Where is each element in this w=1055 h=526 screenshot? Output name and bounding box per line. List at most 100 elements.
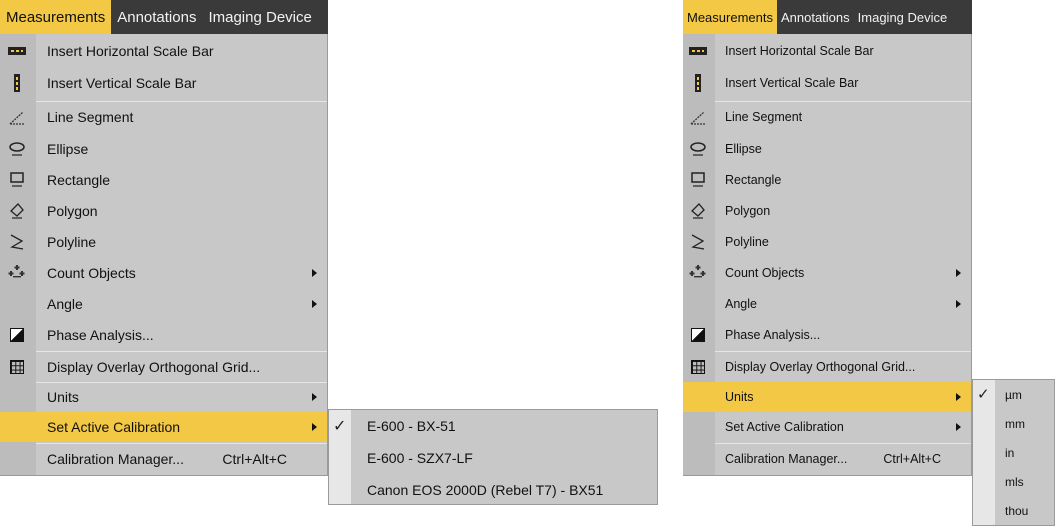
menu-item-label: Phase Analysis...: [725, 328, 821, 342]
menu-item-count-objects[interactable]: Count Objects: [0, 258, 327, 288]
menu-item-label: Polygon: [725, 204, 771, 218]
menu-item-ellipse[interactable]: Ellipse: [683, 134, 971, 164]
menu-item-label: Insert Horizontal Scale Bar: [47, 43, 214, 59]
grid-icon: [687, 357, 709, 377]
unit-option[interactable]: µm: [995, 380, 1054, 409]
calibration-option-label: E-600 - BX-51: [367, 418, 456, 434]
menu-item-label: Ellipse: [725, 142, 762, 156]
menu-item-label: Count Objects: [47, 265, 136, 281]
vertical-scale-bar-icon: [687, 73, 709, 93]
units-submenu: ✓ µm mm in mls thou: [972, 379, 1055, 526]
menu-item-phase-analysis[interactable]: Phase Analysis...: [683, 320, 971, 350]
menu-item-calibration-manager[interactable]: Calibration Manager... Ctrl+Alt+C: [683, 444, 971, 474]
menu-item-line-segment[interactable]: Line Segment: [683, 102, 971, 132]
menu-item-label: Polygon: [47, 203, 98, 219]
menu-item-label: Line Segment: [47, 109, 134, 125]
menu-item-units[interactable]: Units: [683, 382, 971, 412]
shortcut-label: Ctrl+Alt+C: [883, 452, 941, 466]
calibration-option[interactable]: Canon EOS 2000D (Rebel T7) - BX51: [351, 474, 657, 506]
menu-item-insert-vertical-scale-bar[interactable]: Insert Vertical Scale Bar: [683, 68, 971, 98]
menu-item-phase-analysis[interactable]: Phase Analysis...: [0, 320, 327, 350]
menu-item-polygon[interactable]: Polygon: [683, 196, 971, 226]
menu-item-label: Angle: [725, 297, 757, 311]
grid-icon: [6, 357, 28, 377]
menu-item-polygon[interactable]: Polygon: [0, 196, 327, 226]
menu-item-label: Polyline: [725, 235, 769, 249]
polygon-icon: [687, 201, 709, 221]
rectangle-icon: [687, 170, 709, 190]
calibration-option-label: Canon EOS 2000D (Rebel T7) - BX51: [367, 482, 604, 498]
unit-option[interactable]: mm: [995, 409, 1054, 438]
shortcut-label: Ctrl+Alt+C: [222, 451, 287, 467]
menu-item-angle[interactable]: Angle: [683, 289, 971, 319]
menu-item-set-active-calibration[interactable]: Set Active Calibration: [683, 412, 971, 442]
menubar-measurements[interactable]: Measurements: [683, 0, 777, 34]
menu-item-label: Angle: [47, 296, 83, 312]
submenu-arrow-icon: [956, 269, 961, 277]
menu-item-calibration-manager[interactable]: Calibration Manager... Ctrl+Alt+C: [0, 444, 327, 474]
menu-item-label: Ellipse: [47, 141, 89, 157]
menu-item-insert-horizontal-scale-bar[interactable]: Insert Horizontal Scale Bar: [0, 36, 327, 66]
menu-item-polyline[interactable]: Polyline: [0, 227, 327, 257]
menubar-annotations[interactable]: Annotations: [111, 0, 202, 34]
calibration-option[interactable]: E-600 - BX-51: [351, 410, 657, 442]
menu-item-label: Units: [47, 389, 79, 405]
menu-item-insert-vertical-scale-bar[interactable]: Insert Vertical Scale Bar: [0, 68, 327, 98]
menu-screenshot-left: Measurements Annotations Imaging Device …: [0, 0, 660, 526]
menu-item-rectangle[interactable]: Rectangle: [683, 165, 971, 195]
measurements-menu: Insert Horizontal Scale Bar Insert Verti…: [0, 34, 328, 476]
menubar-measurements[interactable]: Measurements: [0, 0, 112, 34]
phase-analysis-icon: [687, 325, 709, 345]
menubar-annotations[interactable]: Annotations: [777, 0, 854, 34]
calibration-option[interactable]: E-600 - SZX7-LF: [351, 442, 657, 474]
menubar-imaging-device[interactable]: Imaging Device: [854, 0, 952, 34]
menu-item-set-active-calibration[interactable]: Set Active Calibration: [0, 412, 327, 442]
calibration-submenu: ✓ E-600 - BX-51 E-600 - SZX7-LF Canon EO…: [328, 409, 658, 505]
menu-item-label: Display Overlay Orthogonal Grid...: [47, 359, 261, 375]
menu-item-rectangle[interactable]: Rectangle: [0, 165, 327, 195]
menu-item-line-segment[interactable]: Line Segment: [0, 102, 327, 132]
unit-option-label: mls: [1005, 474, 1024, 489]
unit-option-label: mm: [1005, 416, 1025, 431]
submenu-arrow-icon: [312, 423, 317, 431]
menu-item-display-overlay-grid[interactable]: Display Overlay Orthogonal Grid...: [0, 352, 327, 382]
menu-item-ellipse[interactable]: Ellipse: [0, 134, 327, 164]
line-segment-icon: [6, 107, 28, 127]
unit-option[interactable]: thou: [995, 496, 1054, 525]
horizontal-scale-bar-icon: [6, 41, 28, 61]
menu-item-polyline[interactable]: Polyline: [683, 227, 971, 257]
ellipse-icon: [6, 139, 28, 159]
unit-option[interactable]: mls: [995, 467, 1054, 496]
menu-item-label: Calibration Manager...: [725, 452, 848, 466]
polyline-icon: [6, 232, 28, 252]
submenu-arrow-icon: [956, 423, 961, 431]
menu-item-units[interactable]: Units: [0, 382, 327, 412]
menu-item-insert-horizontal-scale-bar[interactable]: Insert Horizontal Scale Bar: [683, 36, 971, 66]
menu-item-label: Rectangle: [725, 173, 782, 187]
menu-item-count-objects[interactable]: Count Objects: [683, 258, 971, 288]
rectangle-icon: [6, 170, 28, 190]
menu-item-label: Line Segment: [725, 110, 803, 124]
menu-item-label: Insert Horizontal Scale Bar: [725, 44, 874, 58]
menu-item-label: Units: [725, 390, 754, 404]
menu-item-label: Insert Vertical Scale Bar: [725, 76, 859, 90]
menu-item-label: Rectangle: [47, 172, 111, 188]
unit-option[interactable]: in: [995, 438, 1054, 467]
menu-bar: Measurements Annotations Imaging Device: [0, 0, 328, 34]
menu-item-angle[interactable]: Angle: [0, 289, 327, 319]
submenu-check-column: ✓: [329, 410, 351, 504]
calibration-option-label: E-600 - SZX7-LF: [367, 450, 473, 466]
unit-option-label: in: [1005, 445, 1015, 460]
polygon-icon: [6, 201, 28, 221]
menu-item-label: Count Objects: [725, 266, 805, 280]
submenu-check-column: ✓: [973, 380, 995, 525]
menu-screenshot-right: Measurements Annotations Imaging Device …: [683, 0, 1055, 526]
line-segment-icon: [687, 107, 709, 127]
phase-analysis-icon: [6, 325, 28, 345]
checkmark-icon: ✓: [333, 418, 347, 435]
menubar-imaging-device[interactable]: Imaging Device: [202, 0, 317, 34]
menu-item-label: Calibration Manager...: [47, 451, 184, 467]
menu-item-label: Display Overlay Orthogonal Grid...: [725, 360, 916, 374]
menu-item-display-overlay-grid[interactable]: Display Overlay Orthogonal Grid...: [683, 352, 971, 382]
horizontal-scale-bar-icon: [687, 41, 709, 61]
